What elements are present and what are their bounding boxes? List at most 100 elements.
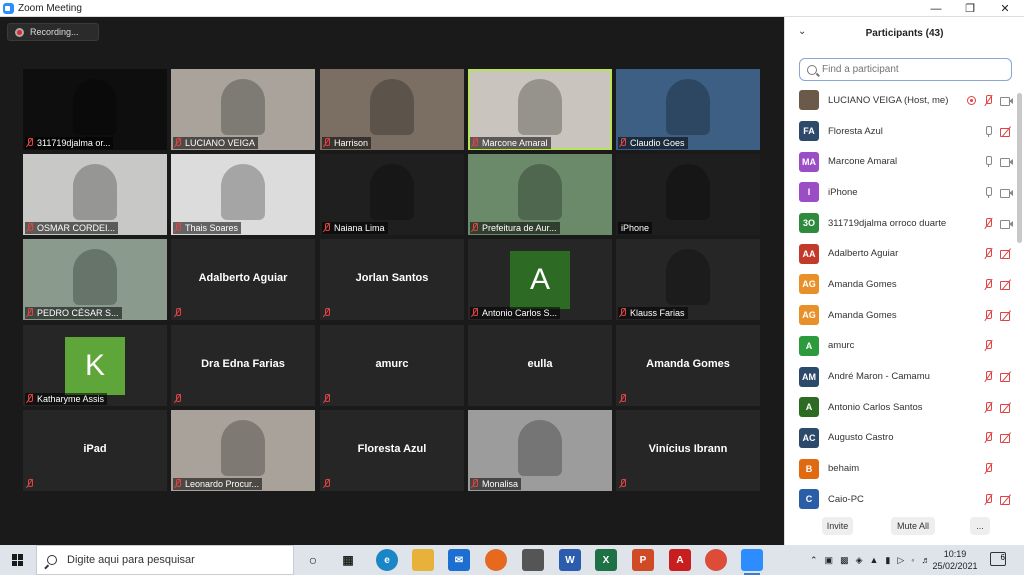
video-tile[interactable]: OSMAR CORDEI... [23, 154, 167, 235]
video-tile[interactable]: Adalberto Aguiar [171, 239, 315, 320]
video-off-icon[interactable] [1000, 432, 1013, 444]
task-view-icon[interactable]: ▦ [337, 549, 359, 571]
participant-search[interactable] [799, 58, 1012, 81]
invite-button[interactable]: Invite [822, 517, 853, 535]
video-tile[interactable]: Claudio Goes [616, 69, 760, 150]
acrobat-icon[interactable]: A [669, 549, 691, 571]
microphone-muted-icon[interactable] [982, 309, 995, 321]
tray-icon[interactable]: ▩ [840, 555, 849, 566]
video-off-icon[interactable] [1000, 371, 1013, 383]
video-icon[interactable] [1000, 218, 1013, 229]
word-icon[interactable]: W [559, 549, 581, 571]
file-explorer-icon[interactable] [412, 549, 434, 571]
video-off-icon[interactable] [1000, 494, 1013, 505]
microphone-muted-icon[interactable] [982, 371, 995, 382]
video-tile[interactable]: K Katharyme Assis [23, 325, 167, 406]
video-tile[interactable]: Amanda Gomes [616, 325, 760, 406]
search-input[interactable] [822, 64, 1002, 75]
video-tile[interactable]: Harrison [320, 69, 464, 150]
microphone-muted-icon[interactable] [982, 278, 995, 290]
participant-row[interactable]: IiPhone [785, 177, 1017, 208]
more-button[interactable]: ... [970, 517, 990, 535]
participant-row[interactable]: LUCIANO VEIGA (Host, me) [785, 85, 1017, 116]
firefox-icon[interactable] [485, 549, 507, 571]
video-icon[interactable] [1000, 156, 1013, 168]
excel-icon[interactable]: X [595, 549, 617, 571]
chrome-icon[interactable] [705, 549, 727, 571]
microphone-icon[interactable] [982, 125, 995, 137]
tray-icon[interactable]: ▣ [825, 555, 834, 566]
volume-icon[interactable]: ♬ [922, 555, 931, 565]
network-icon[interactable]: ▷ [897, 555, 904, 566]
video-tile[interactable]: Floresta Azul [320, 410, 464, 491]
video-tile[interactable]: iPhone [616, 154, 760, 235]
video-tile[interactable]: iPad [23, 410, 167, 491]
taskbar-search[interactable]: Digite aqui para pesquisar [36, 545, 294, 575]
participant-row[interactable]: 3O 311719djalma orroco duarte [785, 208, 1017, 239]
video-tile[interactable]: Jorlan Santos [320, 239, 464, 320]
microphone-muted-icon[interactable] [982, 401, 995, 413]
microphone-muted-icon[interactable] [982, 217, 995, 229]
participant-row[interactable]: AA Adalberto Aguiar [785, 238, 1017, 269]
participant-row[interactable]: MA Marcone Amaral [785, 146, 1017, 177]
microphone-muted-icon[interactable] [982, 94, 995, 106]
video-tile[interactable]: PEDRO CÉSAR S... [23, 239, 167, 320]
video-off-icon[interactable] [1000, 402, 1013, 413]
participant-row[interactable]: A Antonio Carlos Santos [785, 392, 1017, 423]
microphone-muted-icon[interactable] [982, 432, 995, 443]
microphone-icon[interactable] [982, 156, 995, 168]
video-tile[interactable]: Naiana Lima [320, 154, 464, 235]
microphone-icon[interactable] [982, 186, 995, 198]
powerpoint-icon[interactable]: P [632, 549, 654, 571]
microphone-muted-icon[interactable] [982, 340, 995, 351]
video-tile[interactable]: amurc [320, 325, 464, 406]
microphone-icon[interactable]: ▲ [870, 555, 879, 565]
app-icon[interactable] [522, 549, 544, 571]
notification-center-icon[interactable]: 6 [990, 552, 1006, 566]
participant-row[interactable]: AM André Maron - Camamu [785, 361, 1017, 392]
video-tile[interactable]: Marcone Amaral [468, 69, 612, 150]
participant-row[interactable]: AC Augusto Castro [785, 423, 1017, 454]
video-off-icon[interactable] [1000, 279, 1013, 290]
recording-indicator[interactable]: Recording... [7, 23, 99, 41]
mail-icon[interactable]: ✉ [448, 549, 470, 571]
video-icon[interactable] [1000, 187, 1013, 198]
participant-row[interactable]: Aamurc [785, 331, 1017, 362]
restore-button[interactable]: ❐ [953, 0, 987, 17]
dropbox-icon[interactable]: ◈ [856, 555, 863, 566]
video-icon[interactable] [1000, 95, 1013, 106]
video-off-icon[interactable] [1000, 310, 1013, 321]
clock[interactable]: 10:19 25/02/2021 [931, 548, 979, 572]
microphone-muted-icon[interactable] [982, 493, 995, 505]
battery-icon[interactable]: ▮ [885, 555, 890, 566]
zoom-taskbar-icon[interactable] [741, 549, 763, 575]
edge-icon[interactable]: e [376, 549, 398, 571]
mute-all-button[interactable]: Mute All [891, 517, 935, 535]
video-off-icon[interactable] [1000, 248, 1013, 260]
participant-row[interactable]: Bbehaim [785, 453, 1017, 484]
video-tile[interactable]: LUCIANO VEIGA [171, 69, 315, 150]
video-tile[interactable]: A Antonio Carlos S... [468, 239, 612, 320]
video-off-icon[interactable] [1000, 126, 1013, 137]
video-tile[interactable]: Monalisa [468, 410, 612, 491]
video-tile[interactable]: Thais Soares [171, 154, 315, 235]
participant-row[interactable]: AG Amanda Gomes [785, 269, 1017, 300]
wifi-icon[interactable]: ◦ [911, 555, 914, 565]
video-tile[interactable]: Dra Edna Farias [171, 325, 315, 406]
participant-row[interactable]: FA Floresta Azul [785, 116, 1017, 147]
participant-row[interactable]: AG Amanda Gomes [785, 300, 1017, 331]
start-button[interactable] [0, 545, 36, 575]
video-tile[interactable]: Prefeitura de Aur... [468, 154, 612, 235]
video-tile[interactable]: Leonardo Procur... [171, 410, 315, 491]
chevron-up-icon[interactable]: ⌃ [810, 555, 818, 566]
minimize-button[interactable]: — [919, 0, 953, 17]
scrollbar[interactable] [1017, 93, 1022, 243]
microphone-muted-icon[interactable] [982, 463, 995, 474]
video-tile[interactable]: Klauss Farias [616, 239, 760, 320]
recording-icon[interactable] [966, 95, 977, 106]
video-tile[interactable]: eulla [468, 325, 612, 406]
video-tile[interactable]: Vinícius Ibrann [616, 410, 760, 491]
microphone-muted-icon[interactable] [982, 248, 995, 259]
cortana-icon[interactable]: ○ [302, 549, 324, 571]
video-tile[interactable]: 311719djalma or... [23, 69, 167, 150]
